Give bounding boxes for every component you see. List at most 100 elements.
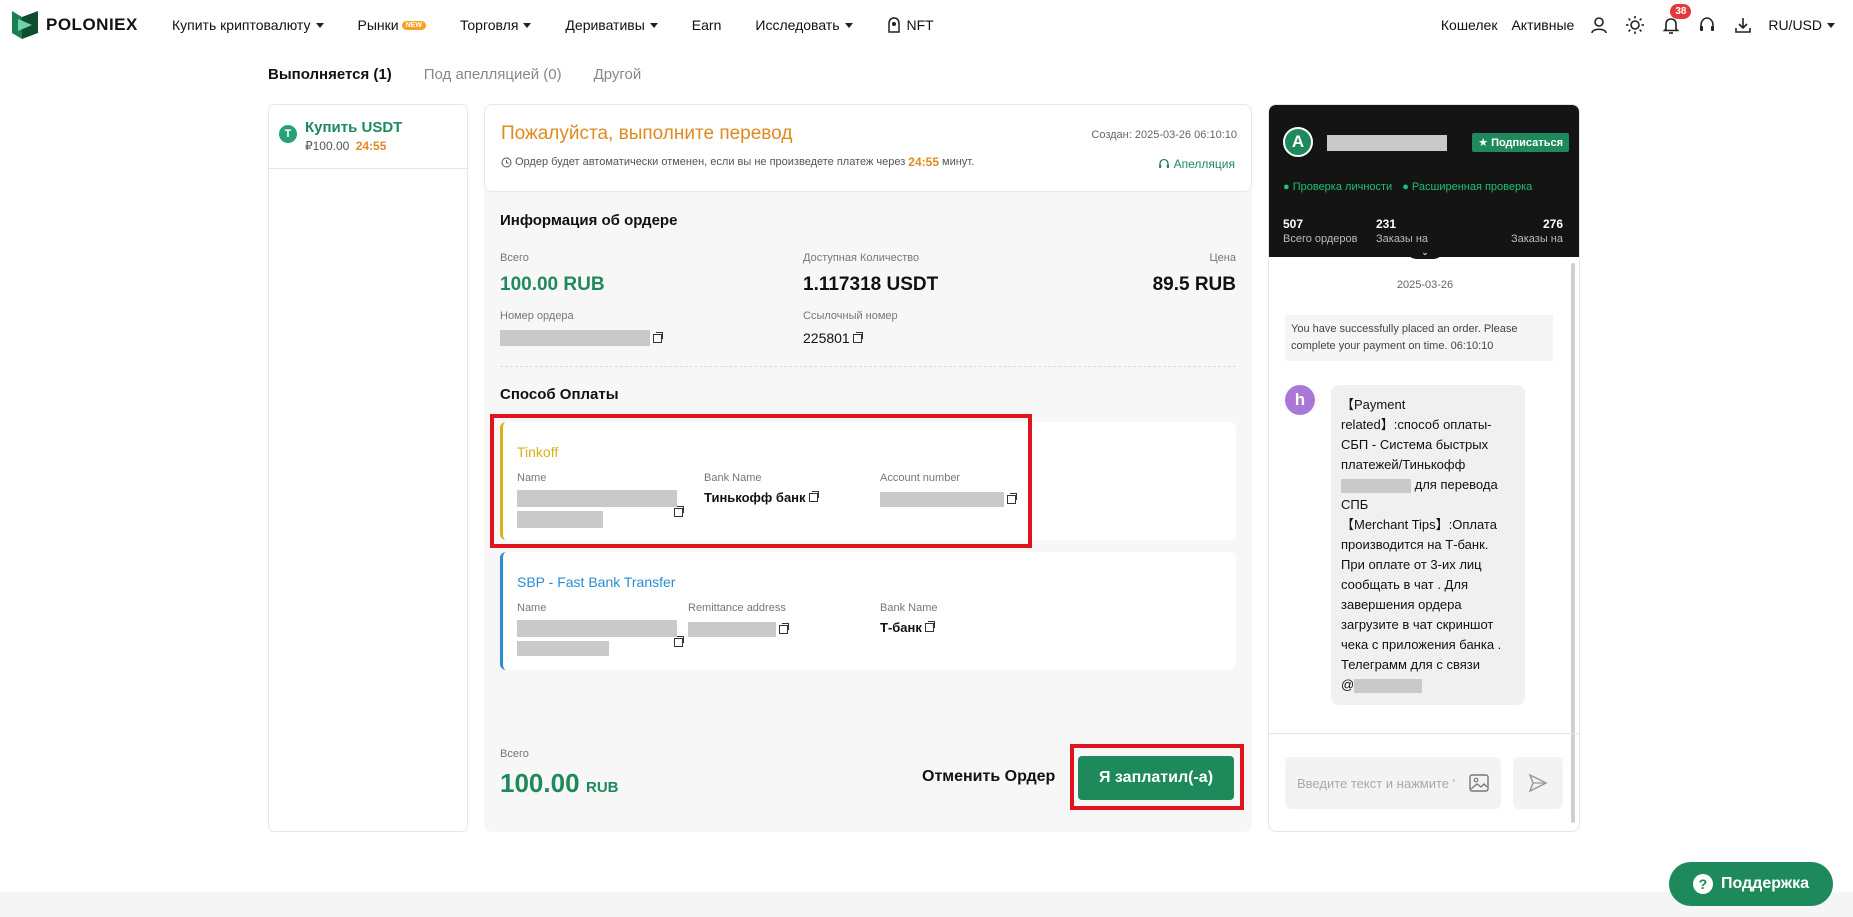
notification-count-badge: 38 (1670, 4, 1692, 19)
order-timer: 24:55 (355, 139, 387, 153)
user-icon[interactable] (1588, 14, 1610, 36)
copy-icon[interactable] (852, 331, 863, 343)
sbp-remittance-label: Remittance address (688, 602, 786, 614)
headset-icon[interactable] (1696, 14, 1718, 36)
stat-value: 276 (1542, 217, 1563, 231)
nav-label: Деривативы (565, 17, 645, 33)
reference-label: Ссылочный номер (803, 310, 898, 322)
tab-other[interactable]: Другой (594, 66, 642, 83)
copy-icon[interactable] (924, 621, 935, 632)
footer-total-label: Всего (500, 748, 529, 760)
bank-name: Т-банк (880, 620, 922, 635)
nav-buy-crypto[interactable]: Купить криптовалюту (172, 17, 324, 33)
assets-link[interactable]: Активные (1511, 17, 1574, 33)
subscribe-button[interactable]: ★ Подписаться (1472, 133, 1569, 152)
clock-icon (501, 157, 512, 167)
nav-derivatives[interactable]: Деривативы (565, 17, 658, 33)
sbp-name-value (517, 620, 677, 656)
copy-icon[interactable] (779, 623, 789, 634)
message-line: сообщать в чат . Для (1341, 577, 1468, 592)
nav-explore[interactable]: Исследовать (755, 17, 853, 33)
message-line: @ (1341, 675, 1515, 695)
notice-timer: 24:55 (908, 155, 939, 169)
message-line: производится на Т-банк. (1341, 537, 1489, 552)
support-button[interactable]: ? Поддержка (1669, 862, 1833, 906)
order-number-label: Номер ордера (500, 310, 574, 322)
stat-value: 231 (1376, 217, 1397, 231)
nav-nft[interactable]: NFT (887, 17, 934, 33)
redacted-text (1354, 678, 1423, 693)
footer-total-amount: 100.00 (500, 768, 580, 798)
nav-label: Купить криптовалюту (172, 17, 311, 33)
image-upload-icon[interactable] (1469, 774, 1489, 792)
message-line: related】:способ оплаты- (1341, 417, 1492, 432)
subscribe-label: Подписаться (1491, 136, 1563, 149)
merchant-info-header: A ★ Подписаться ● Проверка личности ● Ра… (1269, 105, 1579, 259)
divider (1269, 733, 1579, 734)
message-line: При оплате от 3-их лиц (1341, 557, 1482, 572)
top-navigation-bar: POLONIEX Купить криптовалюту Рынки NEW То… (0, 0, 1853, 50)
poloniex-logo[interactable]: POLONIEX (12, 11, 138, 39)
send-button[interactable] (1513, 757, 1563, 809)
nav-label: NFT (906, 17, 934, 33)
expand-chevron-icon[interactable]: ⌄ (1405, 247, 1445, 259)
sbp-bank-value: Т-банк (880, 620, 935, 635)
nav-earn[interactable]: Earn (692, 17, 722, 33)
orders-list-panel: T Купить USDT ₽100.00 24:55 (268, 104, 468, 832)
footer-total-currency: RUB (585, 779, 619, 796)
star-icon: ★ (1478, 137, 1489, 149)
price-value: 89.5 RUB (1152, 274, 1236, 295)
appeal-label: Апелляция (1173, 157, 1235, 171)
system-message: You have successfully placed an order. P… (1285, 315, 1553, 361)
nav-label: Исследовать (755, 17, 840, 33)
appeal-link[interactable]: Апелляция (1158, 157, 1235, 171)
highlight-box-tinkoff (490, 414, 1032, 548)
message-line: Телеграмм для с связи (1341, 657, 1480, 672)
identity-verified: ● Проверка личности (1283, 181, 1393, 193)
chat-panel: A ★ Подписаться ● Проверка личности ● Ра… (1268, 104, 1580, 832)
tab-under-appeal[interactable]: Под апелляцией (0) (424, 66, 562, 83)
copy-icon[interactable] (653, 331, 663, 343)
stat-label: Заказы на (1510, 233, 1563, 245)
order-number-value (500, 330, 663, 346)
order-amount: ₽100.00 (305, 139, 350, 153)
redacted-name (517, 641, 609, 656)
payment-method-heading: Способ Оплаты (500, 386, 619, 403)
total-label: Всего (500, 252, 529, 264)
nav-trading[interactable]: Торговля (460, 17, 532, 33)
wallet-link[interactable]: Кошелек (1441, 17, 1498, 33)
message-line-text: для перевода (1414, 477, 1498, 492)
tab-in-progress[interactable]: Выполняется (1) (268, 66, 392, 83)
message-line: загрузите в чат скриншот (1341, 617, 1494, 632)
stat-value: 507 (1283, 217, 1304, 231)
notice-suffix: минут. (942, 156, 975, 168)
stat-orders-buy: 231 Заказы на (1376, 217, 1428, 245)
notice-text: Ордер будет автоматически отменен, если … (515, 156, 906, 168)
identity-verified-label: Проверка личности (1292, 181, 1393, 193)
chat-scrollbar[interactable] (1569, 255, 1577, 831)
message-line: чека с приложения банка . (1341, 637, 1502, 652)
chevron-down-icon (649, 22, 658, 28)
nav-markets[interactable]: Рынки NEW (358, 17, 426, 33)
merchant-chat-avatar: h (1285, 385, 1315, 415)
merchant-avatar: A (1283, 127, 1313, 157)
download-icon[interactable] (1732, 14, 1754, 36)
advanced-verified: ● Расширенная проверка (1402, 181, 1533, 193)
payment-method-sbp[interactable]: SBP - Fast Bank Transfer Name Remittance… (500, 552, 1236, 670)
chat-input-placeholder: Введите текст и нажмите ' (1297, 775, 1456, 791)
reference-number: 225801 (803, 330, 850, 346)
bell-icon[interactable]: 38 (1660, 4, 1692, 36)
quantity-label: Доступная Количество (803, 252, 920, 264)
footer-total-value: 100.00 RUB (500, 768, 618, 799)
theme-sun-icon[interactable] (1624, 14, 1646, 36)
header-right: Кошелек Активные 38 RU/USD (1441, 0, 1835, 50)
order-list-item[interactable]: T Купить USDT ₽100.00 24:55 (269, 105, 467, 169)
redacted-remittance (688, 622, 776, 637)
order-status-tabs: Выполняется (1) Под апелляцией (0) Друго… (268, 66, 641, 83)
copy-icon[interactable] (674, 636, 684, 647)
cancel-order-button[interactable]: Отменить Ордер (922, 768, 1055, 786)
sbp-name-label: Name (517, 602, 547, 614)
auto-cancel-notice: Ордер будет автоматически отменен, если … (501, 155, 974, 169)
chat-input[interactable]: Введите текст и нажмите ' (1285, 757, 1501, 809)
currency-selector[interactable]: RU/USD (1768, 17, 1835, 33)
